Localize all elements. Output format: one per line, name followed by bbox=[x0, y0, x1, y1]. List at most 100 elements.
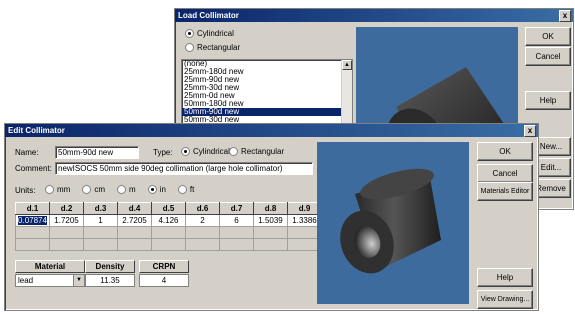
collimator-preview-image bbox=[340, 168, 441, 274]
chevron-down-icon[interactable]: ▼ bbox=[73, 275, 84, 286]
grid-cell[interactable]: 4.126 bbox=[151, 214, 186, 227]
unit-radio-m[interactable]: m bbox=[117, 185, 136, 195]
grid-header: d.1 bbox=[15, 202, 50, 215]
collimator-list[interactable]: (none) 25mm-180d new 25mm-90d new 25mm-30d … bbox=[181, 59, 353, 125]
edit-dialog-title: Edit Collimator bbox=[8, 126, 65, 135]
units-radio-group: mm cm m in ft bbox=[45, 185, 206, 195]
grid-cell-value: 1.3386 bbox=[292, 216, 317, 225]
grid-empty-cell[interactable] bbox=[151, 238, 186, 251]
grid-empty-cell[interactable] bbox=[15, 238, 50, 251]
load-ok-button[interactable]: OK bbox=[525, 27, 571, 46]
close-icon[interactable]: x bbox=[559, 10, 571, 22]
density-field[interactable]: 11.35 bbox=[85, 274, 135, 287]
grid-cell[interactable]: 2.7205 bbox=[117, 214, 152, 227]
grid-empty-cell[interactable] bbox=[15, 226, 50, 239]
grid-empty-cell[interactable] bbox=[219, 226, 254, 239]
crpn-header: CRPN bbox=[139, 260, 189, 273]
crpn-field[interactable]: 4 bbox=[139, 274, 189, 287]
radio-cylindrical-label: Cylindrical bbox=[197, 29, 234, 38]
edit-help-button[interactable]: Help bbox=[477, 268, 533, 287]
load-dialog-titlebar[interactable]: Load Collimator x bbox=[175, 9, 573, 22]
grid-cell-value: 0.07874 bbox=[18, 216, 47, 225]
edit-ok-button[interactable]: OK bbox=[477, 142, 533, 161]
unit-radio-mm[interactable]: mm bbox=[45, 185, 71, 195]
units-label: Units: bbox=[15, 186, 36, 195]
grid-cell-value: 6 bbox=[234, 216, 239, 225]
grid-header: d.2 bbox=[49, 202, 84, 215]
grid-empty-cell[interactable] bbox=[49, 226, 84, 239]
grid-header: d.4 bbox=[117, 202, 152, 215]
collimator-list-items: (none) 25mm-180d new 25mm-90d new 25mm-30d … bbox=[182, 60, 352, 124]
radio-cylindrical[interactable]: Cylindrical bbox=[185, 29, 234, 39]
grid-cell[interactable]: 0.07874 bbox=[15, 214, 50, 227]
radio-rectangular-label: Rectangular bbox=[197, 43, 241, 52]
close-icon[interactable]: x bbox=[524, 125, 536, 137]
type-cylindrical-label: Cylindrical bbox=[193, 147, 230, 156]
materials-editor-button[interactable]: Materials Editor bbox=[477, 182, 533, 201]
grid-empty-cell[interactable] bbox=[49, 238, 84, 251]
grid-cell-value: 4.126 bbox=[158, 216, 179, 225]
name-field[interactable]: 50mm-90d new bbox=[55, 146, 139, 159]
grid-empty-cell[interactable] bbox=[253, 238, 288, 251]
grid-empty-cell[interactable] bbox=[83, 238, 118, 251]
grid-cell[interactable]: 2 bbox=[185, 214, 220, 227]
grid-cell-value: 1.7205 bbox=[54, 216, 79, 225]
list-scrollbar[interactable]: ▲ bbox=[341, 60, 352, 124]
grid-cell-value: 1.5039 bbox=[258, 216, 283, 225]
radio-icon bbox=[147, 185, 157, 195]
grid-header: d.8 bbox=[253, 202, 288, 215]
comment-label: Comment: bbox=[15, 164, 52, 173]
load-help-button[interactable]: Help bbox=[525, 91, 571, 110]
scroll-up-icon[interactable]: ▲ bbox=[342, 60, 352, 70]
grid-header: d.3 bbox=[83, 202, 118, 215]
grid-empty-cell[interactable] bbox=[151, 226, 186, 239]
grid-empty-cell[interactable] bbox=[117, 238, 152, 251]
unit-label: cm bbox=[94, 185, 105, 194]
grid-header: d.7 bbox=[219, 202, 254, 215]
radio-icon bbox=[82, 185, 92, 195]
dimensions-grid: d.1 d.2 d.3 d.4 d.5 d.6 d.7 d.8 d.9 0.07874 1.720… bbox=[15, 202, 322, 251]
material-select[interactable]: lead ▼ bbox=[15, 274, 85, 287]
type-cylindrical-radio[interactable]: Cylindrical bbox=[181, 147, 230, 157]
material-value: lead bbox=[18, 276, 34, 285]
material-header: Material bbox=[15, 260, 85, 273]
type-label: Type: bbox=[153, 148, 173, 157]
grid-header: d.5 bbox=[151, 202, 186, 215]
radio-icon bbox=[117, 185, 126, 195]
grid-cell[interactable]: 1.7205 bbox=[49, 214, 84, 227]
comment-field[interactable]: newISOCS 50mm side 90deg collimation (la… bbox=[55, 162, 313, 175]
edit-preview-3d bbox=[317, 142, 469, 304]
radio-off-icon bbox=[229, 147, 238, 157]
grid-cell-value: 2.7205 bbox=[122, 216, 147, 225]
grid-empty-cell[interactable] bbox=[185, 226, 220, 239]
grid-empty-cell[interactable] bbox=[253, 226, 288, 239]
type-rectangular-radio[interactable]: Rectangular bbox=[229, 147, 285, 157]
grid-cell[interactable]: 1.5039 bbox=[253, 214, 288, 227]
grid-empty-cell[interactable] bbox=[219, 238, 254, 251]
unit-label: m bbox=[129, 185, 136, 194]
radio-icon bbox=[177, 185, 187, 195]
grid-empty-cell[interactable] bbox=[185, 238, 220, 251]
name-label: Name: bbox=[15, 148, 39, 157]
load-cancel-button[interactable]: Cancel bbox=[525, 47, 571, 66]
grid-empty-cell[interactable] bbox=[117, 226, 152, 239]
unit-radio-ft[interactable]: ft bbox=[177, 185, 195, 195]
grid-cell[interactable]: 6 bbox=[219, 214, 254, 227]
edit-cancel-button[interactable]: Cancel bbox=[477, 164, 533, 183]
unit-radio-in[interactable]: in bbox=[147, 185, 166, 195]
view-drawing-button[interactable]: View Drawing... bbox=[477, 290, 533, 309]
radio-off-icon bbox=[185, 43, 194, 53]
type-rectangular-label: Rectangular bbox=[241, 147, 285, 156]
radio-on-icon bbox=[181, 147, 190, 157]
grid-cell-value: 1 bbox=[98, 216, 103, 225]
grid-cell-value: 2 bbox=[200, 216, 205, 225]
radio-rectangular[interactable]: Rectangular bbox=[185, 43, 241, 53]
unit-label: mm bbox=[57, 185, 71, 194]
radio-on-icon bbox=[185, 29, 194, 39]
grid-empty-cell[interactable] bbox=[83, 226, 118, 239]
radio-icon bbox=[45, 185, 54, 195]
grid-cell[interactable]: 1 bbox=[83, 214, 118, 227]
edit-dialog-titlebar[interactable]: Edit Collimator x bbox=[5, 124, 538, 137]
unit-label: ft bbox=[189, 185, 195, 194]
unit-radio-cm[interactable]: cm bbox=[82, 185, 105, 195]
